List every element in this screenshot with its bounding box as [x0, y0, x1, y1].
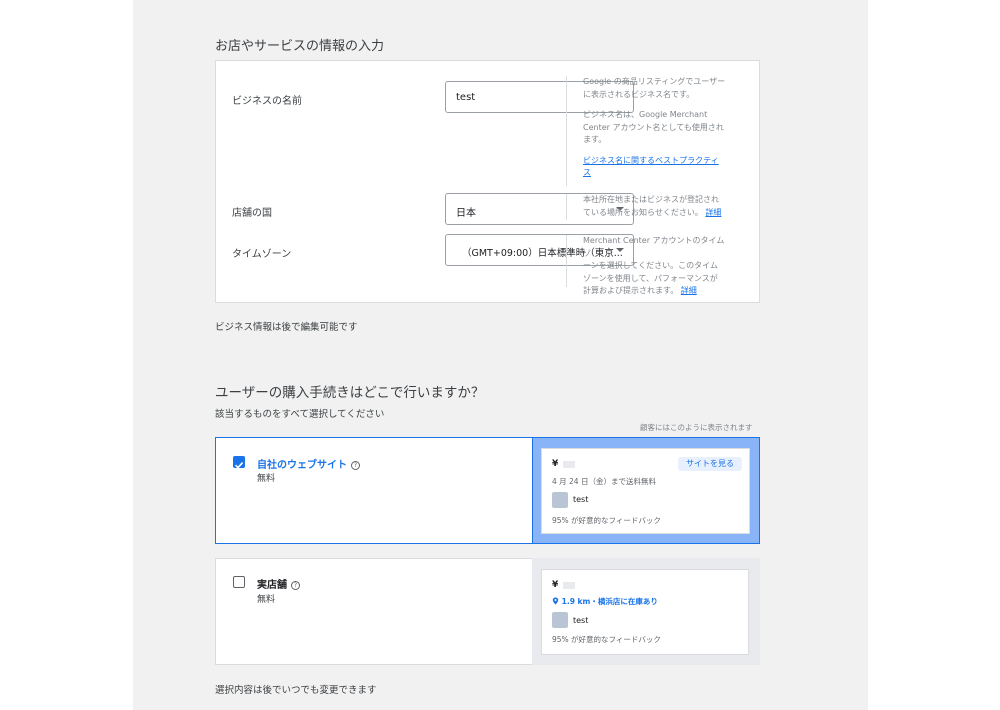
business-info-note: ビジネス情報は後で編集可能です	[215, 322, 358, 333]
option-physical-store[interactable]: 実店舗? 無料	[215, 558, 533, 665]
option-title-text: 自社のウェブサイト	[257, 460, 347, 471]
option-own-website[interactable]: 自社のウェブサイト? 無料	[215, 437, 533, 544]
preview-price-placeholder	[563, 582, 575, 589]
country-label: 店舗の国	[232, 208, 272, 219]
option-price: 無料	[257, 474, 276, 484]
main-content: お店やサービスの情報の入力 ビジネスの名前 test Google の商品リステ…	[133, 0, 868, 710]
preview-card-store: ¥ 1.9 km・横浜店に在庫あり test 95% が好意的なフィードバック	[541, 569, 749, 655]
help-text: に表示されるビジネス名です。	[583, 89, 695, 99]
checkbox-checked-icon[interactable]	[233, 456, 245, 469]
help-text: Google の商品リスティングでユーザー	[583, 77, 726, 86]
store-thumbnail	[552, 492, 568, 508]
preview-store-name: test	[573, 616, 589, 625]
help-text: 本社所在地またはビジネスが登記され	[583, 195, 719, 204]
location-text: 1.9 km・横浜店に在庫あり	[561, 597, 658, 606]
preview-location: 1.9 km・横浜店に在庫あり	[552, 596, 658, 607]
best-practice-link[interactable]: ビジネス名に関するベストプラクティ	[583, 156, 719, 165]
location-pin-icon	[552, 597, 562, 606]
section-title-business-info: お店やサービスの情報の入力	[215, 39, 385, 54]
country-value: 日本	[456, 208, 476, 219]
visit-site-button[interactable]: サイトを見る	[678, 457, 742, 471]
checkbox-empty-icon[interactable]	[233, 576, 245, 588]
option-title-text: 実店舗	[257, 580, 287, 591]
preview-price-placeholder	[563, 461, 575, 468]
option-title: 実店舗?	[257, 576, 300, 591]
help-circle-icon[interactable]: ?	[351, 461, 360, 470]
preview-panel-selected: ¥ サイトを見る 4 月 24 日（金）まで送料無料 test 95% が好意的…	[532, 437, 760, 544]
business-info-card: ビジネスの名前 test Google の商品リスティングでユーザー に表示され…	[215, 60, 760, 303]
help-text: ーンを選択してください。このタイム	[583, 261, 718, 270]
preview-caption: 顧客にはこのように表示されます	[640, 423, 753, 432]
selection-note: 選択内容は後でいつでも変更できます	[215, 685, 377, 696]
option-title: 自社のウェブサイト?	[257, 456, 360, 471]
preview-currency: ¥	[552, 459, 559, 469]
timezone-help: Merchant Center アカウントのタイムゾ ーンを選択してください。こ…	[566, 235, 726, 295]
preview-store-name: test	[573, 495, 589, 504]
preview-feedback: 95% が好意的なフィードバック	[552, 516, 661, 525]
best-practice-link-cont[interactable]: ス	[583, 168, 591, 177]
help-text: Center アカウント名としても使用され	[583, 122, 724, 132]
business-name-label: ビジネスの名前	[232, 96, 302, 107]
help-text: ている場所をお知らせください。	[583, 207, 703, 217]
help-text: 計算および提示されます。	[583, 286, 679, 295]
checkout-subtitle: 該当するものをすべて選択してください	[215, 409, 385, 420]
preview-panel: ¥ 1.9 km・横浜店に在庫あり test 95% が好意的なフィードバック	[532, 558, 760, 665]
section-title-checkout: ユーザーの購入手続きはどこで行いますか？	[215, 385, 485, 401]
preview-currency: ¥	[552, 580, 559, 590]
help-text: ます。	[583, 135, 607, 144]
country-details-link[interactable]: 詳細	[705, 208, 721, 217]
business-name-help: Google の商品リスティングでユーザー に表示されるビジネス名です。 ビジネ…	[566, 76, 726, 186]
store-thumbnail	[552, 612, 568, 628]
timezone-details-link[interactable]: 詳細	[681, 286, 697, 295]
help-text: ゾーンを使用して、パフォーマンスが	[583, 273, 718, 283]
preview-card-website: ¥ サイトを見る 4 月 24 日（金）まで送料無料 test 95% が好意的…	[541, 448, 750, 534]
help-text: Merchant Center アカウントのタイムゾ	[583, 236, 725, 258]
option-price: 無料	[257, 595, 276, 605]
preview-shipping: 4 月 24 日（金）まで送料無料	[552, 477, 656, 486]
country-help: 本社所在地またはビジネスが登記され ている場所をお知らせください。 詳細	[566, 194, 726, 220]
help-circle-icon[interactable]: ?	[291, 581, 300, 590]
preview-feedback: 95% が好意的なフィードバック	[552, 635, 661, 644]
timezone-label: タイムゾーン	[232, 249, 292, 260]
help-text: ビジネス名は、Google Merchant	[583, 110, 708, 119]
